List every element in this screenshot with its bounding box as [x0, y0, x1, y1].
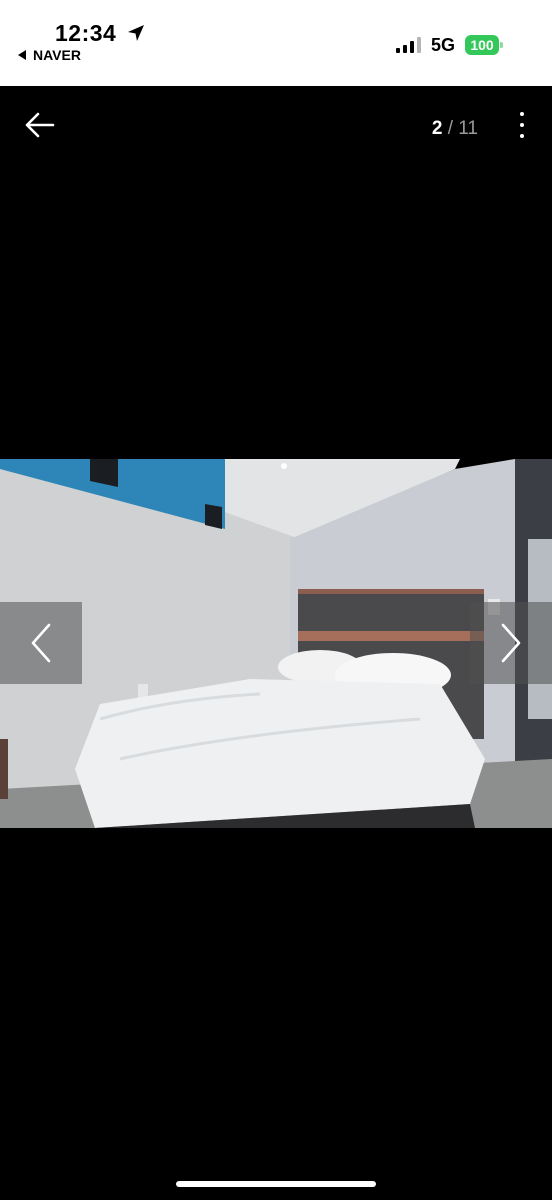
battery-level: 100 — [470, 37, 494, 53]
back-app-label: NAVER — [33, 47, 81, 63]
total-count: 11 — [458, 118, 478, 139]
status-time: 12:34 — [55, 20, 117, 46]
chevron-right-icon — [501, 623, 521, 663]
more-vertical-icon[interactable] — [512, 112, 532, 144]
back-triangle-icon — [18, 50, 26, 60]
signal-bars-icon — [396, 37, 421, 53]
battery-nub — [500, 42, 503, 48]
current-index: 2 — [431, 118, 443, 139]
image-counter: 2 / 11 — [432, 118, 478, 140]
location-arrow-icon — [128, 25, 144, 41]
counter-separator: / — [447, 118, 453, 139]
battery-icon: 100 — [465, 35, 503, 55]
chevron-left-icon — [31, 623, 51, 663]
back-to-app-link[interactable]: NAVER — [18, 47, 81, 63]
back-arrow-icon[interactable] — [24, 110, 56, 140]
previous-image-button[interactable] — [0, 602, 82, 684]
next-image-button[interactable] — [470, 602, 552, 684]
status-bar: 12:34 NAVER 5G 100 — [0, 0, 552, 86]
home-indicator[interactable] — [176, 1181, 376, 1187]
network-type: 5G — [431, 35, 456, 55]
